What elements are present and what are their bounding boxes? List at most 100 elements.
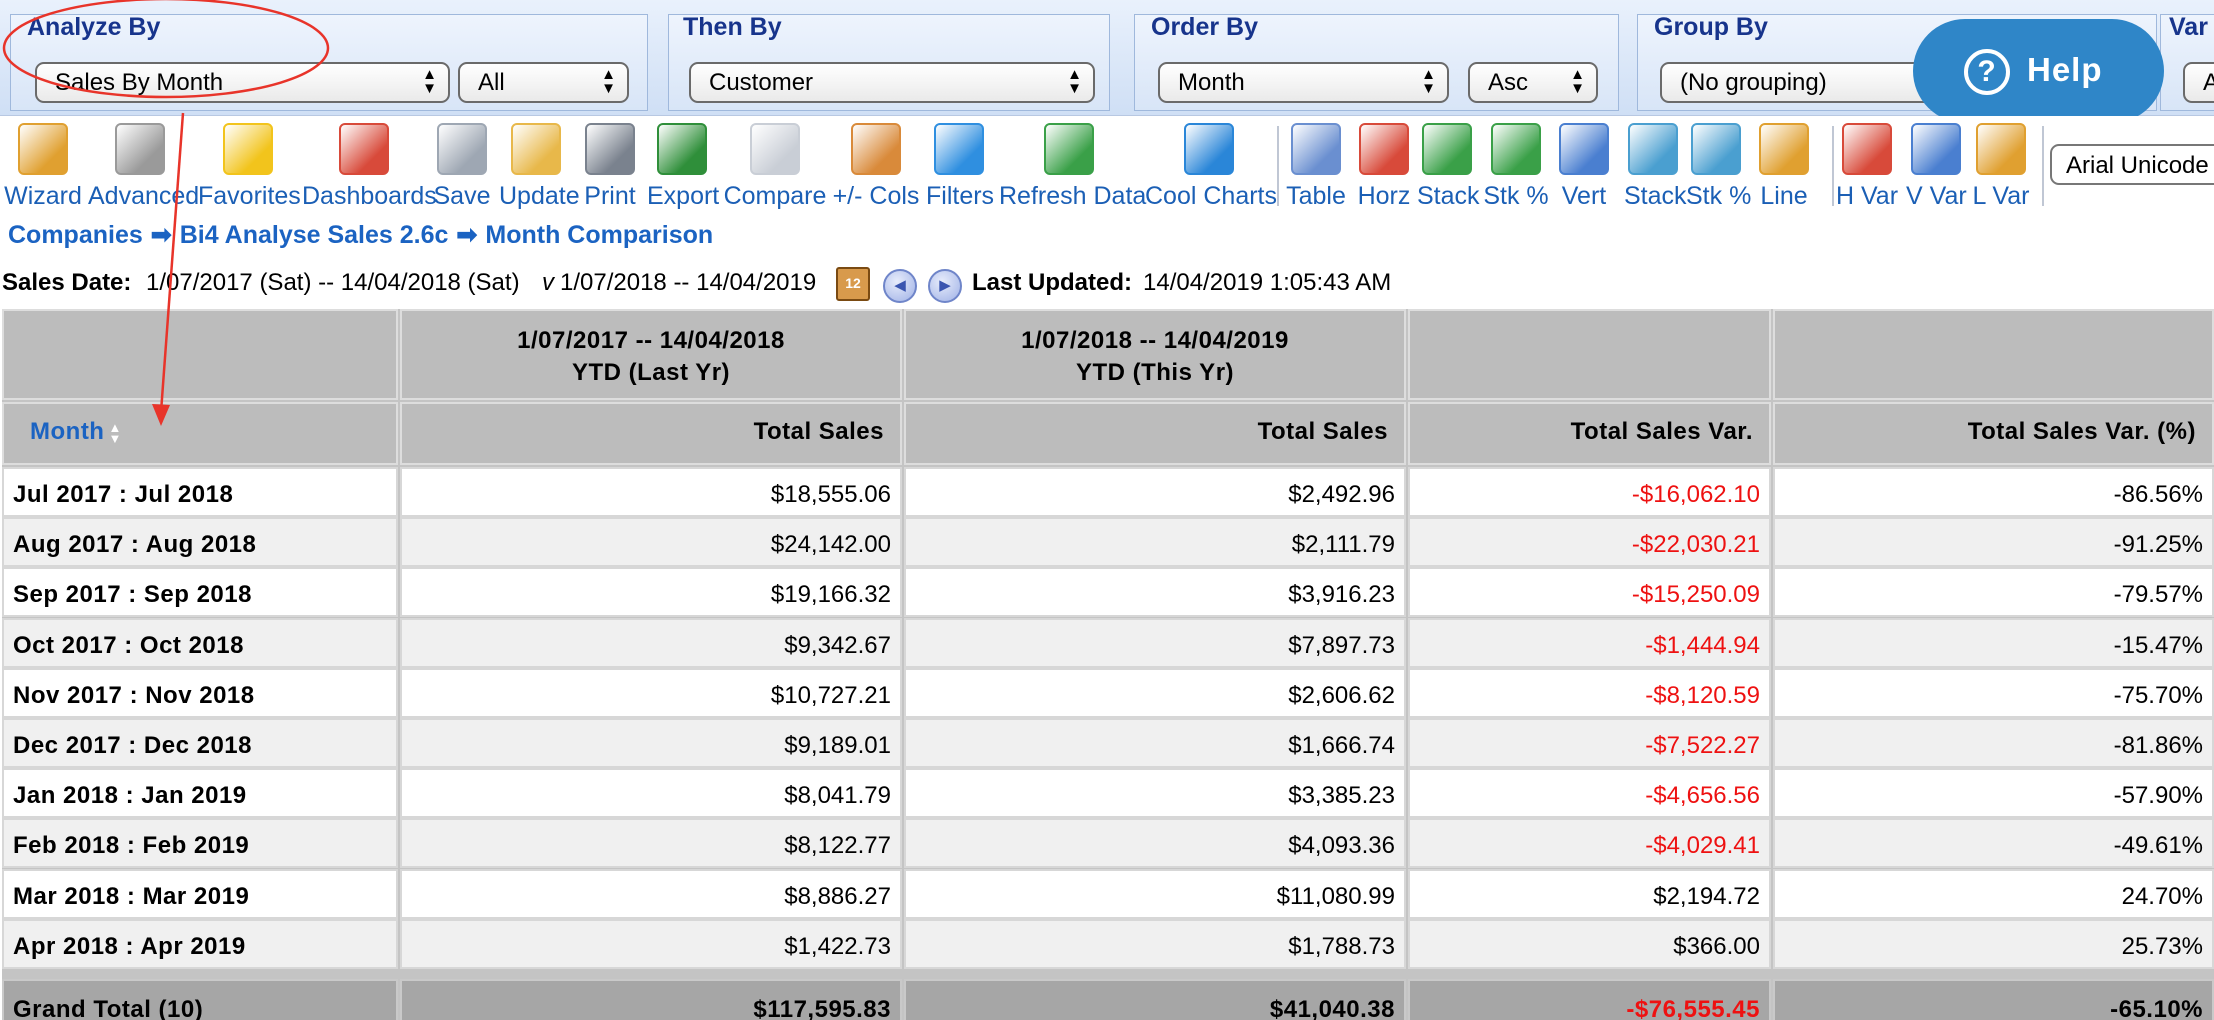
toolbar-funnel-button[interactable]: Filters — [926, 121, 995, 213]
row-label[interactable]: Dec 2017 : Dec 2018 — [2, 718, 398, 768]
toolbar-line-chart-button[interactable]: Line — [1749, 121, 1819, 213]
toolbar-table-button[interactable]: Table — [1285, 121, 1347, 213]
toolbar-label: Favorites — [198, 182, 301, 210]
toolbar-horizontal-variance-button[interactable]: H Var — [1835, 121, 1899, 213]
toolbar-refresh-button[interactable]: Refresh Data — [999, 121, 1146, 213]
next-period-icon[interactable]: ▶ — [928, 269, 962, 303]
grand-total-label: Grand Total (10) — [2, 979, 398, 1020]
month-column-header[interactable]: Month ▲ ▼ — [2, 402, 398, 465]
order-by-value: Month — [1178, 69, 1245, 96]
toolbar-star-button[interactable]: Favorites — [198, 121, 301, 213]
analyze-by-select[interactable]: Sales By Month ▲ ▼ — [35, 62, 450, 103]
edit-icon — [511, 123, 561, 175]
analyze-filter-select[interactable]: All ▲ ▼ — [458, 62, 629, 103]
then-by-value: Customer — [709, 69, 814, 96]
toolbar-wizard-button[interactable]: Wizard — [0, 121, 86, 213]
toolbar-copy-button[interactable]: Compare — [723, 121, 827, 213]
breadcrumb-app[interactable]: Bi4 Analyse Sales 2.6c — [180, 221, 449, 249]
toolbar-printer-button[interactable]: Print — [579, 121, 641, 213]
toolbar-label: Wizard — [4, 182, 82, 210]
funnel-icon — [934, 123, 984, 175]
toolbar-label: Compare — [723, 182, 827, 210]
group-by-title: Group By — [1654, 13, 1768, 41]
toolbar-stacked-percent-button[interactable]: Stk % — [1481, 121, 1551, 213]
toolbar-edit-button[interactable]: Update — [499, 121, 580, 213]
stacked-column-icon — [1628, 123, 1678, 175]
row-label[interactable]: Aug 2017 : Aug 2018 — [2, 517, 398, 567]
toolbar-label: Table — [1286, 182, 1346, 210]
table-cell: $11,080.99 — [904, 869, 1406, 919]
help-button[interactable]: ? Help — [1913, 19, 2164, 123]
table-cell: -$4,656.56 — [1408, 768, 1771, 818]
last-updated-label: Last Updated: — [972, 269, 1133, 296]
sales-comparison-table: 1/07/2017 -- 14/04/2018 YTD (Last Yr) 1/07… — [2, 309, 2214, 1020]
period-label: YTD (Last Yr) — [571, 359, 731, 386]
horizontal-bar-icon — [1359, 123, 1409, 175]
toolbar-columns-button[interactable]: +/- Cols — [830, 121, 922, 213]
breadcrumb-companies[interactable]: Companies — [8, 221, 143, 249]
toolbar-label: Filters — [926, 182, 995, 210]
order-by-select[interactable]: Month ▲ ▼ — [1158, 62, 1449, 103]
calendar-icon[interactable]: 12 — [836, 267, 870, 301]
breadcrumb-report[interactable]: Month Comparison — [485, 221, 713, 249]
analyze-by-value: Sales By Month — [55, 69, 224, 96]
arrow-right-icon: ➡ — [456, 221, 478, 249]
select-arrows-icon: ▲ ▼ — [1570, 66, 1585, 97]
toolbar-stacked-bar-button[interactable]: Stack — [1417, 121, 1480, 213]
toolbar-vertical-bar-button[interactable]: Vert — [1556, 121, 1612, 213]
sales-date-value: 1/07/2017 (Sat) -- 14/04/2018 (Sat) — [146, 269, 520, 296]
toolbar-stacked-column-button[interactable]: Stack — [1624, 121, 1687, 213]
column-header-label: Total Sales — [1257, 418, 1388, 445]
breadcrumb: Companies ➡ Bi4 Analyse Sales 2.6c ➡ Month C… — [8, 220, 713, 250]
then-by-title: Then By — [683, 13, 782, 41]
toolbar-vertical-variance-button[interactable]: V Var — [1906, 121, 1967, 213]
table-cell: $8,886.27 — [400, 869, 902, 919]
font-select[interactable]: Arial Unicode — [2050, 144, 2214, 185]
row-label[interactable]: Oct 2017 : Oct 2018 — [2, 618, 398, 668]
toolbar-label: Cool Charts — [1145, 182, 1277, 210]
table-cell: -57.90% — [1773, 768, 2214, 818]
toolbar-horizontal-bar-button[interactable]: Horz — [1356, 121, 1412, 213]
period-header: 1/07/2018 -- 14/04/2019 YTD (This Yr) — [904, 309, 1406, 400]
toolbar-label: Export — [647, 182, 720, 210]
row-label[interactable]: Jan 2018 : Jan 2019 — [2, 768, 398, 818]
stacked-percent-icon — [1491, 123, 1541, 175]
row-label[interactable]: Mar 2018 : Mar 2019 — [2, 869, 398, 919]
vertical-variance-icon — [1911, 123, 1961, 175]
toolbar-excel-button[interactable]: Export — [647, 121, 720, 213]
table-cell: $3,385.23 — [904, 768, 1406, 818]
table-icon — [1291, 123, 1341, 175]
toolbar-stacked-column-percent-button[interactable]: Stk % — [1686, 121, 1751, 213]
columns-icon — [851, 123, 901, 175]
column-header: Total Sales Var. — [1408, 402, 1771, 465]
toolbar-floppy-button[interactable]: Save — [432, 121, 492, 213]
column-header: Total Sales — [904, 402, 1406, 465]
toolbar-line-variance-button[interactable]: L Var — [1970, 121, 2032, 213]
toolbar-dashboard-button[interactable]: Dashboards — [302, 121, 437, 213]
toolbar-gear-button[interactable]: Advanced — [88, 121, 200, 213]
table-cell: $2,606.62 — [904, 668, 1406, 718]
previous-period-icon[interactable]: ◀ — [883, 269, 917, 303]
row-label[interactable]: Nov 2017 : Nov 2018 — [2, 668, 398, 718]
sort-icon[interactable]: ▲ ▼ — [108, 421, 121, 445]
toolbar-separator — [1277, 126, 1279, 206]
report-options-bar: Analyze By Sales By Month ▲ ▼ All ▲ ▼ Then… — [0, 0, 2214, 116]
row-label[interactable]: Sep 2017 : Sep 2018 — [2, 567, 398, 617]
row-label[interactable]: Apr 2018 : Apr 2019 — [2, 919, 398, 969]
table-cell: -$15,250.09 — [1408, 567, 1771, 617]
toolbar-cool-charts-button[interactable]: Cool Charts — [1145, 121, 1277, 213]
table-cell: $10,727.21 — [400, 668, 902, 718]
toolbar-label: Horz — [1357, 182, 1411, 210]
var-select[interactable]: A — [2183, 62, 2214, 103]
order-direction-select[interactable]: Asc ▲ ▼ — [1468, 62, 1598, 103]
row-label[interactable]: Feb 2018 : Feb 2019 — [2, 818, 398, 868]
then-by-select[interactable]: Customer ▲ ▼ — [689, 62, 1095, 103]
table-cell: $366.00 — [1408, 919, 1771, 969]
table-cell: $7,897.73 — [904, 618, 1406, 668]
table-cell: $1,666.74 — [904, 718, 1406, 768]
gear-icon — [115, 123, 165, 175]
row-label[interactable]: Jul 2017 : Jul 2018 — [2, 467, 398, 517]
toolbar-label: Advanced — [88, 182, 200, 210]
question-icon: ? — [1964, 49, 2010, 95]
table-cell: $2,492.96 — [904, 467, 1406, 517]
